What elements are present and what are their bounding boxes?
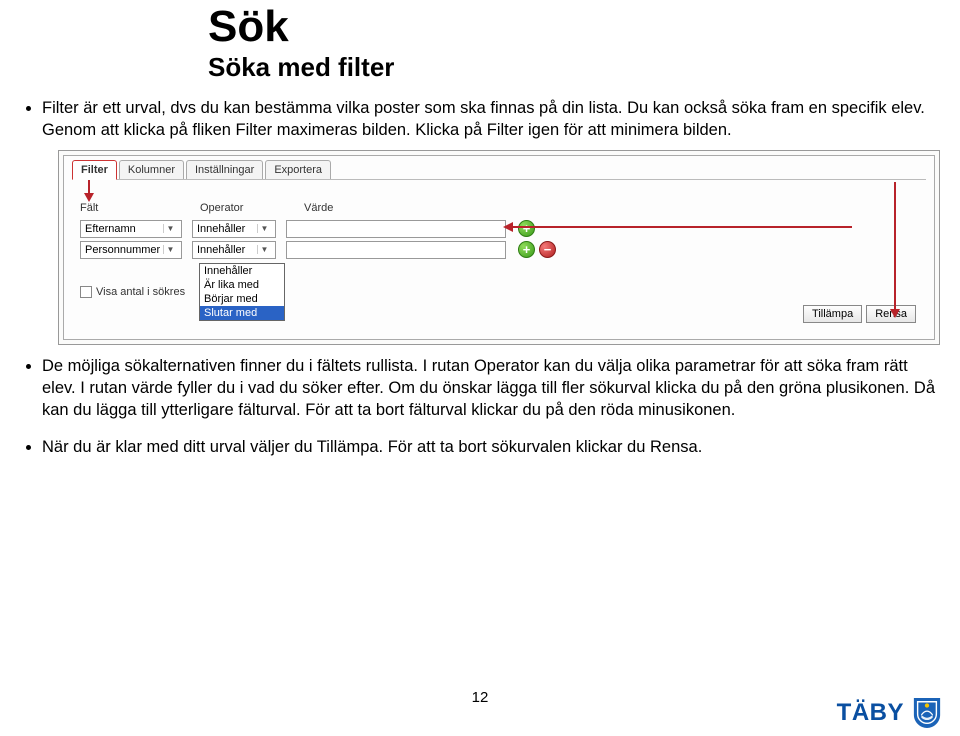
paragraph-3: När du är klar med ditt urval väljer du … <box>42 436 936 458</box>
operator-dropdown-open: Innehåller Är lika med Börjar med Slutar… <box>199 263 285 321</box>
header-falt: Fält <box>80 202 200 214</box>
header-varde: Värde <box>304 202 464 214</box>
apply-button[interactable]: Tillämpa <box>803 305 862 323</box>
filter-body: Fält Operator Värde Efternamn ▼ Innehåll… <box>72 184 926 331</box>
show-count-checkbox-row: Visa antal i sökres <box>80 286 185 298</box>
chevron-down-icon: ▼ <box>257 245 271 254</box>
logo-text: TÄBY <box>837 699 904 727</box>
field-select-2-value: Personnummer <box>85 244 160 256</box>
field-select-1-value: Efternamn <box>85 223 136 235</box>
operator-option-slutar-med[interactable]: Slutar med <box>200 306 284 320</box>
chevron-down-icon: ▼ <box>257 224 271 233</box>
field-select-1[interactable]: Efternamn ▼ <box>80 220 182 238</box>
footer-logo: TÄBY <box>837 696 942 730</box>
shield-icon <box>912 696 942 730</box>
tab-filter[interactable]: Filter <box>72 160 117 180</box>
operator-select-1-value: Innehåller <box>197 223 245 235</box>
tab-exportera[interactable]: Exportera <box>265 160 331 180</box>
operator-option-innehaller[interactable]: Innehåller <box>200 264 284 278</box>
filter-panel-inner: Filter Kolumner Inställningar Exportera … <box>63 155 935 340</box>
add-row-button[interactable]: + <box>518 241 535 258</box>
chevron-down-icon: ▼ <box>163 245 177 254</box>
page-number: 12 <box>472 689 489 706</box>
tab-baseline <box>72 179 926 180</box>
show-count-checkbox[interactable] <box>80 286 92 298</box>
field-select-2[interactable]: Personnummer ▼ <box>80 241 182 259</box>
chevron-down-icon: ▼ <box>163 224 177 233</box>
value-input-1[interactable] <box>286 220 506 238</box>
value-input-2[interactable] <box>286 241 506 259</box>
page-subtitle: Söka med filter <box>208 52 936 83</box>
tab-bar: Filter Kolumner Inställningar Exportera <box>64 156 934 180</box>
show-count-label: Visa antal i sökres <box>96 286 185 298</box>
operator-select-2-value: Innehåller <box>197 244 245 256</box>
tab-kolumner[interactable]: Kolumner <box>119 160 184 180</box>
operator-option-ar-lika-med[interactable]: Är lika med <box>200 278 284 292</box>
paragraph-1: Filter är ett urval, dvs du kan bestämma… <box>42 97 936 142</box>
paragraph-2: De möjliga sökalternativen finner du i f… <box>42 355 936 422</box>
annotation-arrow-plus <box>512 226 852 228</box>
operator-option-borjar-med[interactable]: Börjar med <box>200 292 284 306</box>
operator-select-1[interactable]: Innehåller ▼ <box>192 220 276 238</box>
add-row-button[interactable]: + <box>518 220 535 237</box>
remove-row-button[interactable]: − <box>539 241 556 258</box>
page-title: Sök <box>208 4 936 50</box>
filter-row-2: Personnummer ▼ Innehåller ▼ + − <box>80 241 926 259</box>
header-operator: Operator <box>200 202 304 214</box>
tab-installningar[interactable]: Inställningar <box>186 160 263 180</box>
operator-select-2[interactable]: Innehåller ▼ <box>192 241 276 259</box>
annotation-arrow-apply <box>894 182 896 310</box>
filter-panel-screenshot: Filter Kolumner Inställningar Exportera … <box>58 150 940 345</box>
column-headers: Fält Operator Värde <box>80 202 926 214</box>
